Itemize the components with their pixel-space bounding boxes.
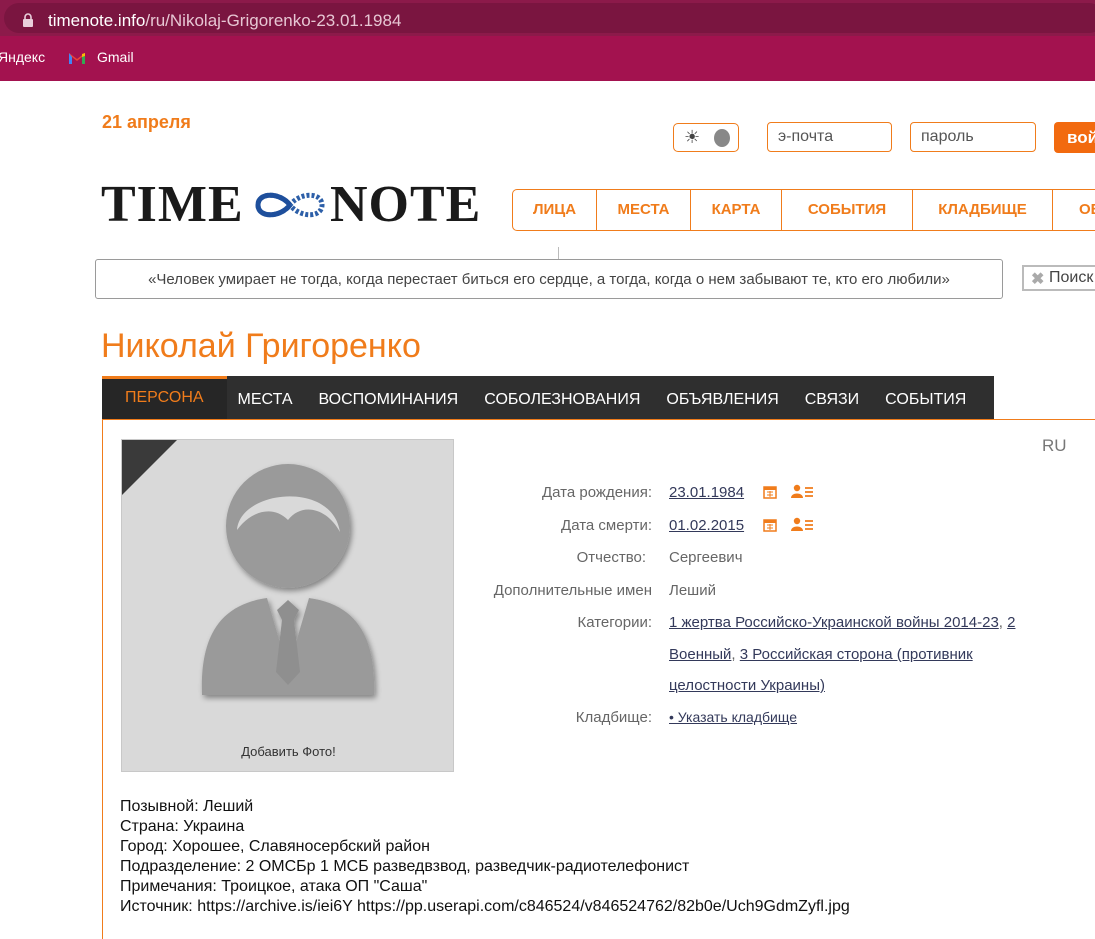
tab-condolences[interactable]: СОБОЛЕЗНОВАНИЯ: [471, 376, 653, 419]
category-link-3-cont[interactable]: целостности Украины): [669, 677, 825, 694]
gmail-icon: [69, 53, 85, 64]
main-nav: ЛИЦА МЕСТА КАРТА СОБЫТИЯ КЛАДБИЩЕ ОБ: [512, 189, 1095, 231]
person-list-icon[interactable]: [791, 517, 813, 532]
logo-word-right: NOTE: [330, 176, 482, 233]
nav-item-faces[interactable]: ЛИЦА: [513, 190, 597, 230]
cemetery-label: Кладбище:: [575, 709, 652, 726]
page-title: Николай Григоренко: [101, 327, 421, 365]
tab-person[interactable]: ПЕРСОНА: [102, 376, 227, 419]
bookmarks-bar: Яндекс Gmail: [0, 36, 1095, 81]
calendar-icon[interactable]: [763, 518, 777, 532]
birth-date-link[interactable]: 23.01.1984: [669, 484, 744, 501]
extra-names-value: Леший: [669, 582, 716, 599]
calendar-icon[interactable]: [763, 485, 777, 499]
category-link-3[interactable]: 3 Российская сторона (противник: [740, 646, 973, 663]
login-button[interactable]: вой: [1054, 122, 1095, 153]
sun-icon: ☀: [684, 127, 701, 147]
lock-icon: [23, 13, 33, 27]
patronymic-label: Отчество:: [576, 549, 646, 566]
birth-date-label: Дата рождения:: [542, 484, 652, 501]
url-field[interactable]: timenote.info/ru/Nikolaj-Grigorenko-23.0…: [4, 3, 1095, 33]
category-separator: ,: [731, 646, 740, 663]
person-tabs: ПЕРСОНА МЕСТА ВОСПОМИНАНИЯ СОБОЛЕЗНОВАНИ…: [102, 376, 994, 419]
set-cemetery-link[interactable]: • Указать кладбище: [669, 709, 797, 725]
nav-item-map[interactable]: КАРТА: [691, 190, 782, 230]
tab-links[interactable]: СВЯЗИ: [792, 376, 872, 419]
death-date-link[interactable]: 01.02.2015: [669, 517, 744, 534]
extra-names-label: Дополнительные имен: [493, 582, 652, 599]
category-link-2-part[interactable]: 2: [1007, 614, 1015, 631]
language-label[interactable]: RU: [1042, 436, 1067, 456]
tab-announcements[interactable]: ОБЪЯВЛЕНИЯ: [653, 376, 791, 419]
category-link-2[interactable]: Военный: [669, 646, 731, 663]
nav-item-cemetery[interactable]: КЛАДБИЩЕ: [913, 190, 1053, 230]
death-date-label: Дата смерти:: [561, 517, 652, 534]
url-host: timenote.info: [48, 11, 146, 30]
categories-line-2: Военный, 3 Российская сторона (противник: [669, 646, 973, 663]
note-callsign: Позывной: Леший: [120, 798, 254, 815]
email-input[interactable]: [767, 122, 892, 152]
category-link-1[interactable]: 1 жертва Российско-Украинской войны 2014…: [669, 614, 999, 631]
person-list-icon[interactable]: [791, 484, 813, 499]
tab-events[interactable]: СОБЫТИЯ: [872, 376, 979, 419]
nav-item-places[interactable]: МЕСТА: [597, 190, 691, 230]
divider: [558, 247, 559, 259]
browser-address-bar: timenote.info/ru/Nikolaj-Grigorenko-23.0…: [0, 0, 1095, 36]
url-path: /ru/Nikolaj-Grigorenko-23.01.1984: [145, 11, 402, 30]
infinity-logo-icon: [255, 192, 325, 218]
bookmark-yandex[interactable]: Яндекс: [0, 49, 45, 65]
bookmark-gmail[interactable]: Gmail: [97, 49, 134, 65]
logo-word-left: TIME: [101, 176, 244, 233]
note-unit: Подразделение: 2 ОМСБр 1 МСБ разведвзвод…: [120, 858, 690, 875]
password-input[interactable]: [910, 122, 1036, 152]
nav-item-about[interactable]: ОБ: [1053, 190, 1095, 230]
note-city: Город: Хорошее, Славяносербский район: [120, 838, 430, 855]
quote-banner: «Человек умирает не тогда, когда переста…: [95, 259, 1003, 299]
categories-line-3: целостности Украины): [669, 677, 825, 694]
toggle-knob: [714, 129, 730, 147]
note-source: Источник: https://archive.is/iei6Y https…: [120, 898, 850, 915]
current-date: 21 апреля: [102, 112, 191, 132]
nav-item-events[interactable]: СОБЫТИЯ: [782, 190, 913, 230]
note-country: Страна: Украина: [120, 818, 245, 835]
search-box[interactable]: ✖ Поиск: [1022, 265, 1095, 291]
add-photo-link[interactable]: Добавить Фото!: [122, 744, 453, 759]
close-icon[interactable]: ✖: [1031, 269, 1044, 289]
person-notes: Позывной: Леший Страна: Украина Город: Х…: [120, 797, 850, 917]
url-text: timenote.info/ru/Nikolaj-Grigorenko-23.0…: [48, 11, 401, 31]
categories-label: Категории:: [577, 614, 652, 631]
patronymic-value: Сергеевич: [669, 549, 743, 566]
tab-places[interactable]: МЕСТА: [227, 376, 306, 419]
categories-line-1: 1 жертва Российско-Украинской войны 2014…: [669, 614, 1015, 631]
category-separator: ,: [998, 614, 1008, 631]
note-remarks: Примечания: Троицкое, атака ОП "Саша": [120, 878, 428, 895]
theme-toggle[interactable]: ☀: [673, 123, 739, 152]
search-label: Поиск: [1049, 269, 1094, 286]
tab-memories[interactable]: ВОСПОМИНАНИЯ: [305, 376, 471, 419]
